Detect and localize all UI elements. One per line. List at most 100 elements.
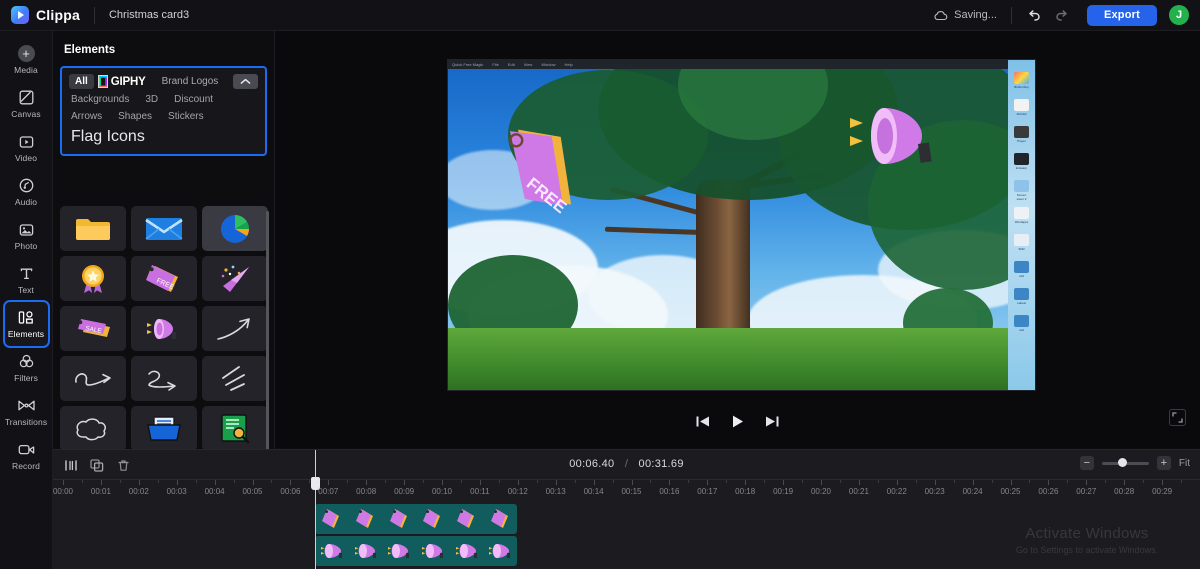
undo-arrow-icon[interactable]: [1026, 7, 1042, 23]
zoom-slider-thumb[interactable]: [1117, 458, 1127, 467]
ruler-label: 00:06: [280, 487, 301, 496]
video-canvas[interactable]: Quick Free Magic File Edit View Window Help B…: [448, 60, 1035, 390]
ruler-tick: [290, 480, 292, 485]
timeline-playhead[interactable]: [311, 450, 320, 569]
ruler-tick: [328, 480, 330, 485]
category-backgrounds[interactable]: Backgrounds: [71, 94, 129, 105]
element-pie-chart[interactable]: [202, 206, 268, 251]
element-blue-file-folder[interactable]: [131, 406, 197, 451]
playhead-handle[interactable]: [311, 477, 320, 490]
time-display: 00:06.40 / 00:31.69: [53, 458, 1200, 470]
ruler-tick: [669, 480, 671, 485]
sidebar-item-label: Text: [18, 285, 34, 295]
ruler-label: 00:26: [1038, 487, 1059, 496]
ruler-tick: [821, 480, 822, 485]
element-green-document-search[interactable]: [202, 406, 268, 451]
ruler-tick-minor: [498, 480, 500, 483]
ruler-tick: [366, 480, 368, 485]
element-curved-up-arrow[interactable]: [202, 306, 268, 351]
element-megaphone[interactable]: [131, 306, 197, 351]
clip-thumbnail: [382, 508, 416, 530]
skip-next-icon[interactable]: [765, 413, 781, 429]
category-giphy[interactable]: GIPHY: [97, 75, 146, 88]
ruler-tick: [1086, 480, 1088, 485]
category-row-2: Backgrounds 3D Discount: [69, 94, 258, 105]
ruler-label: 00:03: [166, 487, 187, 496]
timeline-clip-free-tag[interactable]: [315, 504, 517, 534]
ruler-tick-minor: [536, 480, 538, 483]
category-3d[interactable]: 3D: [145, 94, 158, 105]
element-free-price-tag[interactable]: FREE: [131, 256, 197, 301]
category-shapes[interactable]: Shapes: [118, 111, 152, 122]
skip-previous-icon[interactable]: [695, 413, 711, 429]
desktop-icon: Screen saver 2: [1013, 180, 1030, 201]
element-sale-price-tag[interactable]: SALE: [60, 306, 126, 351]
element-cloud-outline[interactable]: [60, 406, 126, 451]
ruler-label: 00:00: [53, 487, 74, 496]
sidebar-item-elements[interactable]: Elements: [2, 300, 50, 348]
category-arrows[interactable]: Arrows: [71, 111, 102, 122]
sidebar-item-video[interactable]: Video: [0, 126, 52, 170]
sidebar-item-text[interactable]: Text: [0, 258, 52, 302]
ruler-tick: [100, 480, 102, 485]
redo-arrow-icon[interactable]: [1055, 7, 1071, 23]
play-icon[interactable]: [730, 413, 746, 429]
ruler-label: 00:21: [848, 487, 869, 496]
clip-thumbnail: [349, 541, 383, 561]
element-award-medal[interactable]: [60, 256, 126, 301]
export-button[interactable]: Export: [1086, 4, 1157, 26]
ruler-tick: [631, 480, 633, 485]
sidebar-item-label: Filters: [14, 373, 38, 383]
fullscreen-icon[interactable]: [1169, 409, 1186, 426]
category-stickers[interactable]: Stickers: [168, 111, 204, 122]
element-loop-arrow[interactable]: [60, 356, 126, 401]
app-logo[interactable]: Clippa: [0, 6, 80, 24]
timeline-clip-megaphone[interactable]: [315, 536, 517, 566]
zoom-fit-button[interactable]: Fit: [1179, 458, 1190, 469]
desktop-icon: Labels: [1013, 288, 1030, 309]
ruler-tick-minor: [195, 480, 197, 483]
ruler-label: 00:16: [659, 487, 680, 496]
element-envelope-blue[interactable]: [131, 206, 197, 251]
ruler-tick: [138, 480, 140, 485]
project-title[interactable]: Christmas card3: [109, 9, 189, 21]
sidebar-item-media[interactable]: + Media: [0, 38, 52, 82]
element-party-popper[interactable]: [202, 256, 268, 301]
element-zigzag-arrow[interactable]: [131, 356, 197, 401]
ruler-tick: [745, 480, 747, 485]
category-discount[interactable]: Discount: [174, 94, 213, 105]
element-speed-lines[interactable]: [202, 356, 268, 401]
ruler-tick-minor: [839, 480, 841, 483]
ruler-label: 00:20: [810, 487, 832, 496]
app-header: Clippa Christmas card3 Saving... Export: [0, 0, 1200, 31]
zoom-out-button[interactable]: −: [1079, 456, 1094, 470]
video-play-icon: [19, 133, 34, 150]
category-flag-icons[interactable]: Flag Icons: [71, 128, 145, 145]
sidebar-item-photo[interactable]: Photo: [0, 214, 52, 258]
ruler-label: 00:13: [545, 487, 566, 496]
audio-note-icon: [19, 177, 34, 194]
sidebar-item-audio[interactable]: Audio: [0, 170, 52, 214]
category-filter-box: All GIPHY Brand Logos Backgrounds 3D Dis…: [60, 66, 267, 156]
sidebar-item-canvas[interactable]: Canvas: [0, 82, 52, 126]
sidebar-item-record[interactable]: Record: [0, 434, 52, 478]
timeline-ruler[interactable]: 00:00 00:01 00:02 00:03 00:04 00:05 00:06 00:07…: [53, 479, 1200, 500]
megaphone-overlay[interactable]: [846, 102, 942, 174]
chevron-up-icon[interactable]: [233, 74, 258, 89]
text-t-icon: [19, 265, 34, 282]
ruler-label: 00:22: [886, 487, 907, 496]
element-folder-yellow[interactable]: [60, 206, 126, 251]
sidebar-item-transitions[interactable]: Transitions: [0, 390, 52, 434]
captured-titlebar: Quick Free Magic File Edit View Window Help: [448, 60, 1035, 69]
zoom-in-button[interactable]: +: [1156, 456, 1171, 470]
sidebar-item-label: Video: [14, 153, 38, 163]
avatar[interactable]: J: [1169, 5, 1189, 25]
clip-thumbnail: [315, 541, 349, 561]
category-all[interactable]: All: [69, 74, 94, 89]
desktop-icon: Entwarp: [1013, 153, 1030, 174]
ruler-label: 00:12: [507, 487, 528, 496]
sidebar-item-filters[interactable]: Filters: [0, 346, 52, 390]
category-brand-logos[interactable]: Brand Logos: [156, 74, 225, 89]
clip-thumbnail: [349, 508, 383, 530]
zoom-slider[interactable]: [1101, 458, 1149, 467]
